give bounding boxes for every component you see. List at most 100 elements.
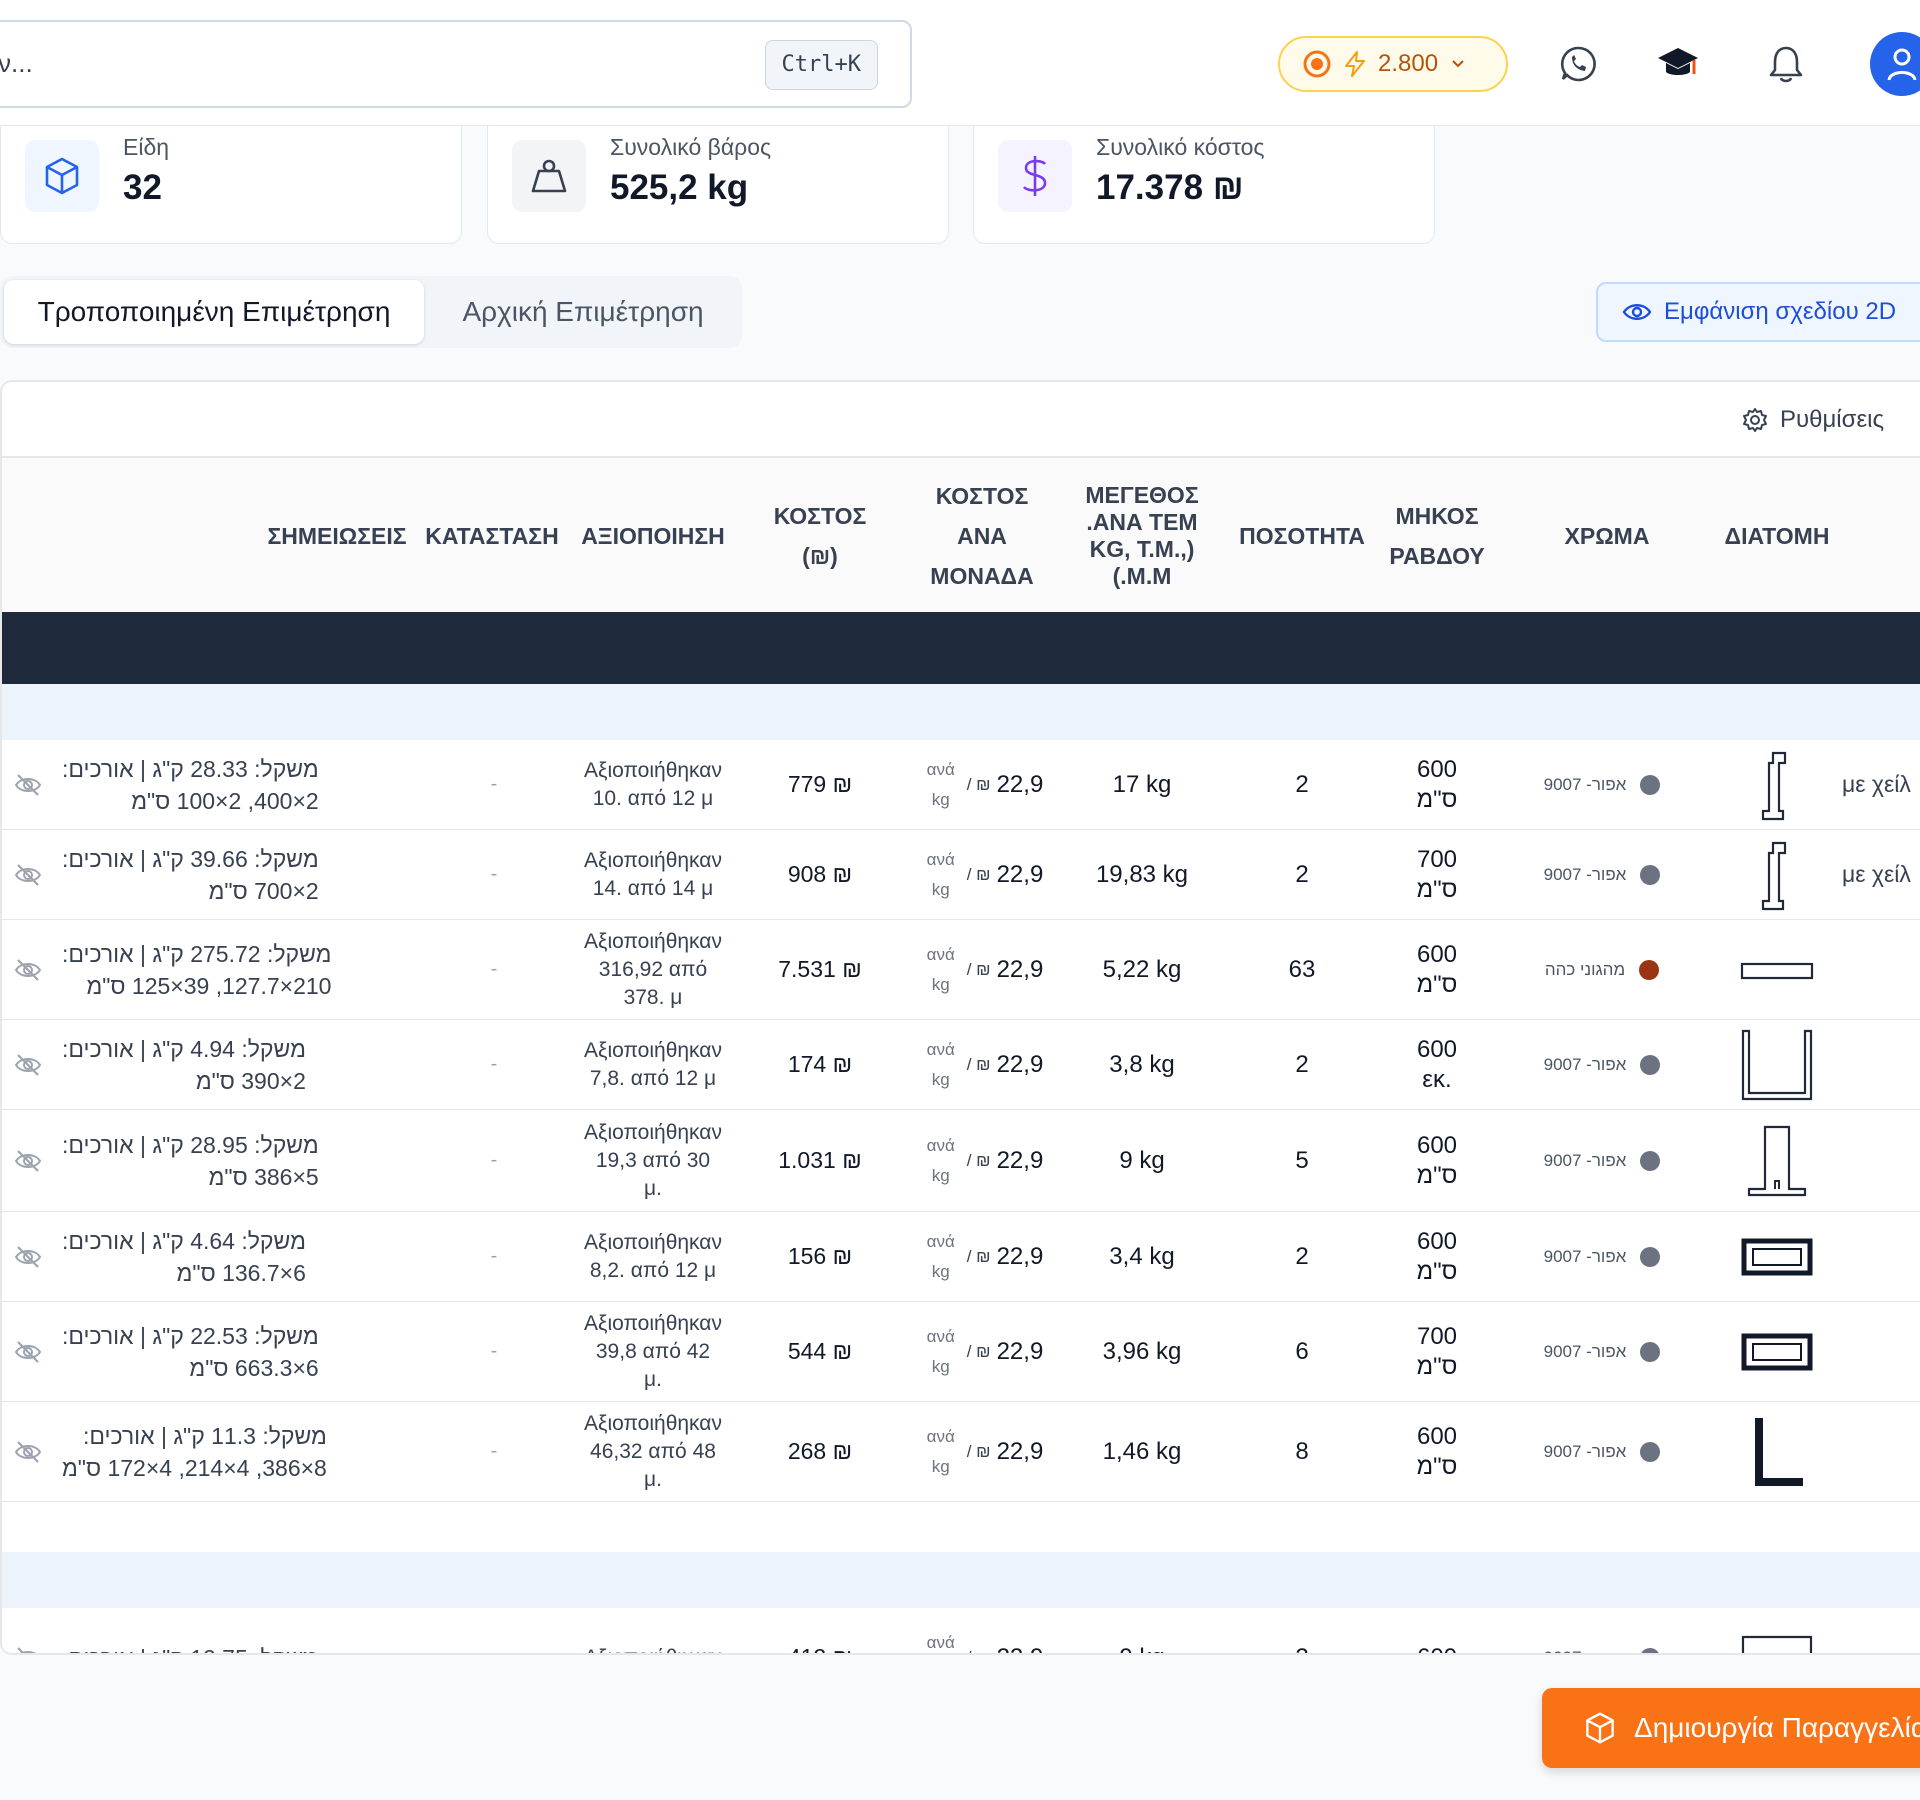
status-cell: - [490,1053,498,1075]
graduation-cap-icon[interactable] [1656,42,1700,86]
unit-ana-label: ανάkg [921,1035,961,1095]
unit-kg: kg [931,1069,950,1089]
unit-ana-label: ανάkg [921,845,961,905]
section-profile-icon [1722,1110,1832,1211]
settings-button[interactable]: Ρυθμίσεις [1742,406,1884,434]
length-cell: 600 ס"מ [1382,920,1492,1019]
quantity-cell: 6 [1295,1337,1309,1365]
length-unit: ס"מ [1416,785,1458,813]
eye-off-icon[interactable] [10,920,46,1019]
stat-card-items: Είδη 32 [0,126,462,244]
color-swatch [1640,1441,1661,1462]
unit-ana-label: ανάkg [921,1628,961,1654]
utilization-line: 7,8. από 12 μ [589,1066,717,1090]
size-cell: 3,8 kg [1109,1050,1175,1078]
cost-cell: 908 ₪ [787,861,853,887]
table-row[interactable]: משקל: 28.33 ק"ג | אורכים: 2×400, 2×100 ס"… [2,740,1920,830]
length-cell: 600 ס"מ [1382,1402,1492,1501]
status-cell: - [490,863,498,885]
eye-off-icon[interactable] [10,1020,46,1109]
table-row[interactable]: משקל: 12.75 ק"ג | אורכים: - Αξιοποιήθηκαν 4… [2,1608,1920,1654]
group-subheader [2,684,1920,740]
whatsapp-icon[interactable] [1556,42,1600,86]
size-cell: 5,22 kg [1102,955,1182,983]
length-unit: ס"מ [1416,1452,1458,1480]
section-profile-icon [1722,1402,1832,1501]
color-swatch [1640,1647,1661,1653]
unit-ana: ανά [926,1326,955,1346]
profile-name-cell: με χείλ [1842,861,1911,887]
table-row[interactable]: משקל: 22.53 ק"ג | אורכים: 6×663.3 ס"מ - Αξι… [2,1302,1920,1402]
notes-line: 8×386, 4×214, 4×172 ס"מ [62,1454,327,1481]
color-cell: אפור- 9007 [1522,1110,1682,1211]
bell-icon[interactable] [1764,42,1808,86]
col-unit-cost-line2: ΑΝΑ [957,523,1007,549]
credits-value: 2.800 [1378,50,1439,77]
search-input[interactable]: ν... Ctrl+K [0,20,912,108]
unit-cost-value: 22,9 [997,1644,1044,1654]
view-2d-button[interactable]: Εμφάνιση σχεδίου 2D [1596,282,1920,342]
status-cell: - [490,958,498,980]
eye-off-icon[interactable] [10,1302,46,1401]
col-unit-cost-line1: ΚΟΣΤΟΣ [935,483,1029,509]
length-cell: 600 [1382,1608,1492,1654]
eye-off-icon[interactable] [10,830,46,919]
length-value: 700 [1416,1322,1458,1350]
table-row[interactable]: משקל: 11.3 ק"ג | אורכים: 8×386, 4×214, 4×… [2,1402,1920,1502]
quantity-cell: 2 [1295,1242,1309,1270]
col-unit-cost: ΚΟΣΤΟΣ ΑΝΑ ΜΟΝΑΔΑ [902,458,1062,614]
table-row[interactable]: משקל: 275.72 ק"ג | אורכים: 210×127.7, 39×… [2,920,1920,1020]
unit-cost-value: 22,9 [996,1242,1044,1270]
table-header: ΣΗΜΕΙΩΣΕΙΣ ΚΑΤΑΣΤΑΣΗ ΑΞΙΟΠΟΙΗΣΗ ΚΟΣΤΟΣ (… [2,456,1920,612]
quantity-cell: 8 [1295,1437,1309,1465]
color-swatch [1640,864,1661,885]
unit-per-label: / ₪ [966,864,991,884]
cost-cell: 268 ₪ [787,1438,853,1464]
user-avatar[interactable] [1870,32,1920,96]
size-cell: 3,4 kg [1109,1242,1175,1270]
utilization-line: Αξιοποιήθηκαν [584,1230,722,1254]
length-value: 600 [1416,1035,1458,1063]
tab-original-measurement[interactable]: Αρχική Επιμέτρηση [430,280,736,344]
profile-name-cell [1842,1020,1920,1109]
size-cell: 9 kg [1082,1608,1202,1654]
tab-modified-measurement[interactable]: Τροποποιημένη Επιμέτρηση [4,280,424,344]
unit-ana-label: ανάkg [921,1131,961,1191]
eye-off-icon[interactable] [10,1608,46,1653]
credits-dropdown[interactable]: 2.800 [1278,36,1508,92]
status-cell: - [470,1608,518,1653]
unit-per-label: / ₪ [966,1441,991,1461]
notes-cell: משקל: 12.75 ק"ג | אורכים: [62,1608,402,1654]
eye-off-icon[interactable] [10,1402,46,1501]
gear-icon [1743,408,1767,432]
table-row[interactable]: משקל: 4.94 ק"ג | אורכים: 2×390 ס"מ - Αξιοπο… [2,1020,1920,1110]
eye-off-icon[interactable] [10,740,46,829]
utilization-line: μ. [644,1176,662,1200]
unit-cost-cell: ανά kg / ₪22,9 [902,1402,1062,1501]
notes-cell: משקל: 11.3 ק"ג | אורכים: 8×386, 4×214, 4×… [62,1402,402,1501]
length-cell: 600 ס"מ [1382,1212,1492,1301]
create-order-button[interactable]: Δημιουργία Παραγγελία [1542,1688,1920,1768]
utilization-line: Αξιοποιήθηκαν [584,758,722,782]
section-profile-icon [1722,920,1832,1019]
unit-ana-label: ανάkg [921,1227,961,1287]
color-swatch [1640,1246,1661,1267]
status-cell: - [490,1245,498,1267]
color-cell: אפור- 9007 [1522,830,1682,919]
table-row[interactable]: משקל: 4.64 ק"ג | אורכים: 6×136.7 ס"מ - Αξιο… [2,1212,1920,1302]
cost-cell: 7.531 ₪ [778,956,862,982]
eye-off-icon[interactable] [10,1212,46,1301]
unit-cost-value: 22,9 [996,1337,1044,1365]
notes-line: משקל: 28.95 ק"ג | אורכים: [62,1131,319,1158]
utilization-line: μ. [644,1367,662,1391]
unit-cost-cell: ανά kg / ₪22,9 [902,1302,1062,1401]
eye-off-icon[interactable] [10,1110,46,1211]
quantity-cell: 2 [1295,860,1309,888]
table-row[interactable]: משקל: 39.66 ק"ג | אורכים: 2×700 ס"מ - Αξιοπ… [2,830,1920,920]
table-row[interactable]: משקל: 28.95 ק"ג | אורכים: 5×386 ס"מ - Αξιοπ… [2,1110,1920,1212]
notes-line: 2×400, 2×100 ס"מ [131,787,319,814]
utilization-line: μ. [644,1467,662,1491]
unit-cost-cell: ανά kg / ₪22,9 [902,1020,1062,1109]
unit-cost-value: 22,9 [996,770,1044,798]
quantity-cell: 5 [1295,1146,1309,1174]
